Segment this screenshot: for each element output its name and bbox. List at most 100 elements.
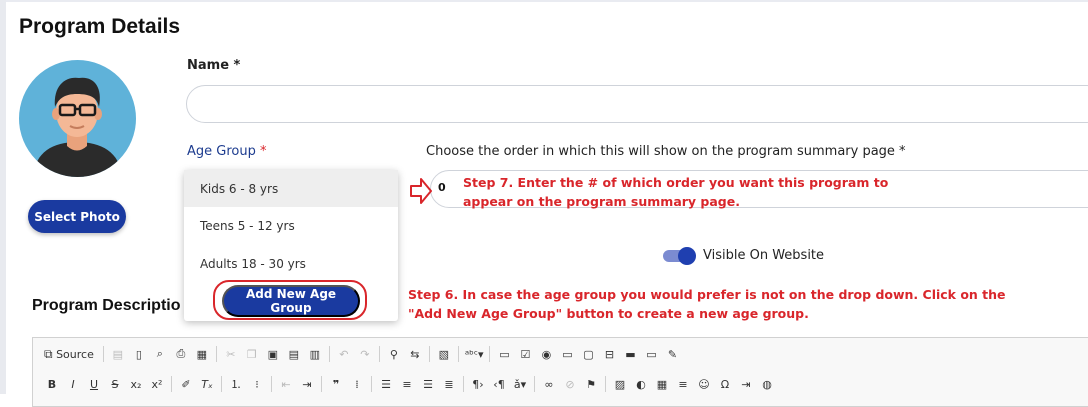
image-icon[interactable]: ▨ — [612, 375, 628, 393]
remove-format-icon[interactable]: Tₓ — [199, 375, 215, 393]
toolbar-separator — [221, 376, 222, 392]
align-left-icon[interactable]: ☰ — [378, 375, 394, 393]
radio-icon[interactable]: ◉ — [538, 345, 554, 363]
step7-line2: appear on the program summary page. — [463, 194, 740, 209]
select-icon[interactable]: ⊟ — [601, 345, 617, 363]
name-label: Name * — [187, 58, 240, 73]
textarea-icon[interactable]: ▢ — [580, 345, 596, 363]
paste-word-icon[interactable]: ▥ — [307, 345, 323, 363]
toolbar-separator — [328, 346, 330, 362]
anchor-icon[interactable]: ⚑ — [583, 375, 599, 393]
toggle-knob — [678, 247, 696, 265]
paste-text-icon[interactable]: ▤ — [286, 345, 302, 363]
select-photo-button[interactable]: Select Photo — [28, 200, 126, 233]
top-divider — [6, 0, 1088, 2]
page-break-icon[interactable]: ⇥ — [738, 375, 754, 393]
indent-icon[interactable]: ⇥ — [299, 375, 315, 393]
justify-icon[interactable]: ≣ — [441, 375, 457, 393]
textfield-icon[interactable]: ▭ — [559, 345, 575, 363]
align-right-icon[interactable]: ☰ — [420, 375, 436, 393]
name-label-text: Name — [187, 58, 230, 73]
outdent-icon[interactable]: ⇤ — [278, 375, 294, 393]
iframe-icon[interactable]: ◍ — [759, 375, 775, 393]
blockquote-icon[interactable]: ❞ — [328, 375, 344, 393]
toolbar-separator — [428, 346, 430, 362]
toolbar-separator — [534, 376, 535, 392]
step7-annotation: Step 7. Enter the # of which order you w… — [463, 173, 923, 211]
form-icon[interactable]: ▭ — [496, 345, 512, 363]
numbered-list-icon[interactable]: ⒈ — [228, 375, 244, 393]
source-icon: ⧉ — [44, 346, 53, 361]
toolbar-separator — [215, 346, 217, 362]
bold-icon[interactable]: B — [44, 375, 60, 393]
visible-on-website-toggle[interactable] — [663, 247, 696, 265]
age-group-required-mark: * — [260, 144, 267, 159]
underline-icon[interactable]: U — [86, 375, 102, 393]
cut-icon[interactable]: ✂ — [223, 345, 239, 363]
hidden-field-icon[interactable]: ✎ — [664, 345, 680, 363]
table-icon[interactable]: ▦ — [654, 375, 670, 393]
undo-icon[interactable]: ↶ — [336, 345, 352, 363]
toolbar-separator — [171, 376, 172, 392]
step6-annotation: Step 6. In case the age group you would … — [408, 285, 1048, 323]
flash-icon[interactable]: ◐ — [633, 375, 649, 393]
div-icon[interactable]: ⁞ — [349, 375, 365, 393]
print-icon[interactable]: ⎙ — [173, 345, 189, 363]
button-icon[interactable]: ▬ — [622, 345, 638, 363]
source-label: Source — [56, 347, 94, 361]
rtl-icon[interactable]: ‹¶ — [491, 375, 507, 393]
order-input-value: 0 — [438, 181, 446, 194]
age-group-option[interactable]: Kids 6 - 8 yrs — [184, 170, 398, 207]
replace-icon[interactable]: ⇆ — [407, 345, 423, 363]
user-avatar-icon — [19, 60, 136, 177]
paste-icon[interactable]: ▣ — [265, 345, 281, 363]
templates-icon[interactable]: ▦ — [194, 345, 210, 363]
age-group-option[interactable]: Adults 18 - 30 yrs — [184, 245, 398, 282]
program-description-label: Program Descriptio — [32, 297, 181, 314]
spellcheck-icon[interactable]: ᵃᵇᶜ▾ — [465, 345, 484, 363]
unlink-icon[interactable]: ⊘ — [562, 375, 578, 393]
left-sidebar-edge — [0, 0, 6, 394]
age-group-option[interactable]: Teens 5 - 12 yrs — [184, 207, 398, 244]
toolbar-separator — [102, 346, 104, 362]
italic-icon[interactable]: I — [65, 375, 81, 393]
toolbar-separator — [371, 376, 372, 392]
toolbar-separator — [605, 376, 606, 392]
bulleted-list-icon[interactable]: ⁝ — [249, 375, 265, 393]
language-icon[interactable]: ǎ▾ — [512, 375, 528, 393]
subscript-icon[interactable]: x₂ — [128, 375, 144, 393]
select-all-icon[interactable]: ▧ — [436, 345, 452, 363]
smiley-icon[interactable]: ☺ — [696, 375, 712, 393]
horizontal-line-icon[interactable]: ≡ — [675, 375, 691, 393]
find-icon[interactable]: ⚲ — [386, 345, 402, 363]
rich-text-editor: ⧉ Source ▤ ▯ ⌕ ⎙ ▦ ✂ ❐ ▣ ▤ ▥ ↶ ↷ ⚲ ⇆ ▧ ᵃ… — [32, 337, 1088, 407]
copy-format-icon[interactable]: ✐ — [178, 375, 194, 393]
name-input[interactable] — [186, 85, 1088, 123]
copy-icon[interactable]: ❐ — [244, 345, 260, 363]
toolbar-separator — [489, 346, 491, 362]
name-required-mark: * — [233, 58, 241, 73]
editor-toolbar-row1: ⧉ Source ▤ ▯ ⌕ ⎙ ▦ ✂ ❐ ▣ ▤ ▥ ↶ ↷ ⚲ ⇆ ▧ ᵃ… — [44, 344, 685, 364]
superscript-icon[interactable]: x² — [149, 375, 165, 393]
add-new-age-group-button[interactable]: Add New Age Group — [222, 285, 360, 317]
redo-icon[interactable]: ↷ — [357, 345, 373, 363]
preview-icon[interactable]: ⌕ — [152, 345, 168, 363]
toolbar-separator — [463, 376, 464, 392]
age-group-label: Age Group * — [187, 144, 267, 159]
save-icon[interactable]: ▤ — [110, 345, 126, 363]
editor-toolbar-row2: B I U S x₂ x² ✐ Tₓ ⒈ ⁝ ⇤ ⇥ ❞ ⁞ ☰ ≡ ☰ ≣ ¶… — [44, 374, 780, 394]
source-button[interactable]: ⧉ Source — [44, 345, 94, 363]
step6-line2: "Add New Age Group" button to create a n… — [408, 306, 809, 321]
step7-line1: Step 7. Enter the # of which order you w… — [463, 175, 889, 190]
ltr-icon[interactable]: ¶› — [470, 375, 486, 393]
image-button-icon[interactable]: ▭ — [643, 345, 659, 363]
special-char-icon[interactable]: Ω — [717, 375, 733, 393]
link-icon[interactable]: ∞ — [541, 375, 557, 393]
checkbox-icon[interactable]: ☑ — [517, 345, 533, 363]
new-page-icon[interactable]: ▯ — [131, 345, 147, 363]
strike-icon[interactable]: S — [107, 375, 123, 393]
page-title: Program Details — [19, 15, 181, 38]
toolbar-separator — [321, 376, 322, 392]
align-center-icon[interactable]: ≡ — [399, 375, 415, 393]
toolbar-separator — [271, 376, 272, 392]
